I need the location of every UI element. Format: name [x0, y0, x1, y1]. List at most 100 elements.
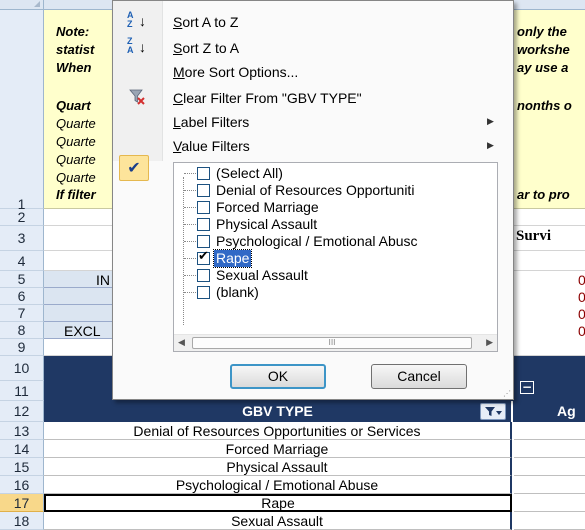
ok-button[interactable]: OK: [230, 364, 326, 389]
note-line-6: Quarte: [56, 116, 96, 131]
note-line-10: If filter: [56, 187, 96, 202]
note-line-7: Quarte: [56, 134, 96, 149]
row-header-17[interactable]: 17: [0, 494, 44, 512]
sort-z-to-a-item[interactable]: Sort Z to A: [173, 37, 239, 59]
sort-descending-icon: Z A ↓: [127, 36, 146, 56]
list-item-label: Forced Marriage: [216, 199, 319, 215]
checkbox-checked[interactable]: [197, 249, 210, 265]
table-row[interactable]: Psychological / Emotional Abuse: [44, 476, 512, 494]
list-item-label: Rape: [212, 249, 253, 268]
note-line-1: Note:: [56, 24, 90, 39]
row-header-18[interactable]: 18: [0, 512, 44, 530]
list-item-label: (blank): [216, 284, 259, 300]
table-row[interactable]: Forced Marriage: [44, 440, 512, 458]
tree-branch: [184, 207, 196, 208]
checkbox[interactable]: [197, 184, 210, 197]
tree-branch: [184, 292, 196, 293]
row-header-12[interactable]: 12: [0, 401, 44, 422]
row-header-15[interactable]: 15: [0, 458, 44, 476]
horizontal-scrollbar[interactable]: ◀ III ▶: [174, 334, 497, 351]
sort-ascending-icon: A Z ↓: [127, 10, 146, 30]
table-row-value[interactable]: [514, 458, 585, 476]
clear-filter-item[interactable]: Clear Filter From "GBV TYPE": [173, 87, 362, 109]
note-line-10-right: ar to pro: [517, 187, 570, 202]
cancel-button[interactable]: Cancel: [371, 364, 467, 389]
table-row-value[interactable]: [514, 476, 585, 494]
checkbox[interactable]: [197, 167, 210, 180]
row-8-label[interactable]: EXCL: [64, 323, 101, 339]
more-sort-options-item[interactable]: More Sort Options...: [173, 61, 298, 83]
table-row-value[interactable]: [514, 494, 585, 512]
row-header-8[interactable]: 8: [0, 322, 44, 339]
filter-funnel-icon: [485, 407, 502, 416]
row-header-9[interactable]: 9: [0, 339, 44, 356]
tree-connector: [183, 177, 184, 325]
sort-a-to-z-item[interactable]: Sort A to Z: [173, 11, 238, 33]
tree-branch: [184, 258, 196, 259]
tree-branch: [184, 224, 196, 225]
table-row[interactable]: Sexual Assault: [44, 512, 512, 530]
checkbox[interactable]: [197, 201, 210, 214]
row-header-16[interactable]: 16: [0, 476, 44, 494]
tree-branch: [184, 241, 196, 242]
row-header-2[interactable]: 2: [0, 209, 44, 226]
list-item-label: Denial of Resources Opportuniti: [216, 182, 415, 198]
row-8-value[interactable]: 0: [578, 323, 585, 339]
table-row-selected[interactable]: Rape: [44, 494, 512, 512]
row-header-6[interactable]: 6: [0, 288, 44, 305]
gbv-type-header[interactable]: GBV TYPE: [44, 401, 512, 422]
row-5-value[interactable]: 0: [578, 272, 585, 288]
note-line-5-right: nonths o: [517, 98, 572, 113]
age-header[interactable]: Ag: [513, 401, 585, 422]
checkbox[interactable]: [197, 218, 210, 231]
table-row[interactable]: Denial of Resources Opportunities or Ser…: [44, 422, 512, 440]
list-item-label: Sexual Assault: [216, 267, 308, 283]
note-line-5: Quart: [56, 98, 91, 113]
clear-filter-icon: [127, 87, 147, 107]
table-row-value[interactable]: [514, 422, 585, 440]
survivor-heading: Survi: [516, 228, 552, 244]
row-5-label[interactable]: IN: [96, 272, 110, 288]
list-item-label: Psychological / Emotional Abusc: [216, 233, 418, 249]
tree-branch: [184, 275, 196, 276]
note-line-3-right: ay use a: [517, 60, 569, 75]
value-filters-item[interactable]: Value Filters: [173, 135, 250, 157]
submenu-arrow-icon: ▶: [487, 141, 494, 151]
select-all-corner[interactable]: [0, 0, 44, 10]
scroll-right-icon[interactable]: ▶: [486, 338, 493, 348]
row-header-11[interactable]: 11: [0, 381, 44, 401]
checkbox[interactable]: [197, 235, 210, 248]
row-7-value[interactable]: 0: [578, 306, 585, 322]
table-row-value[interactable]: [514, 512, 585, 530]
row-header-14[interactable]: 14: [0, 440, 44, 458]
table-row-value[interactable]: [514, 440, 585, 458]
tree-branch: [184, 190, 196, 191]
row-header-3[interactable]: 3: [0, 226, 44, 251]
row-header-5[interactable]: 5: [0, 271, 44, 288]
row-header-4[interactable]: 4: [0, 251, 44, 271]
checkbox[interactable]: [197, 286, 210, 299]
checkmark-icon: ✔: [119, 155, 149, 181]
row-6-value[interactable]: 0: [578, 289, 585, 305]
note-line-1-right: only the: [517, 24, 567, 39]
note-line-2: statist: [56, 42, 95, 57]
row-header-10[interactable]: 10: [0, 356, 44, 381]
tree-branch: [184, 173, 196, 174]
list-item-label: Physical Assault: [216, 216, 318, 232]
row-header-7[interactable]: 7: [0, 305, 44, 322]
note-line-8: Quarte: [56, 152, 96, 167]
row-header-1[interactable]: 1: [0, 10, 44, 212]
filter-dropdown-button[interactable]: [480, 403, 506, 420]
note-line-9: Quarte: [56, 170, 96, 185]
collapse-field-button[interactable]: −: [520, 381, 534, 394]
scroll-thumb[interactable]: III: [192, 337, 472, 349]
checkbox[interactable]: [197, 269, 210, 282]
scroll-left-icon[interactable]: ◀: [178, 338, 185, 348]
table-row[interactable]: Physical Assault: [44, 458, 512, 476]
list-item-label: (Select All): [216, 165, 283, 181]
filter-values-list[interactable]: (Select All) Denial of Resources Opportu…: [173, 162, 498, 352]
resize-grip-icon[interactable]: ⋰: [503, 389, 511, 398]
label-filters-item[interactable]: Label Filters: [173, 111, 249, 133]
filter-menu: A Z ↓ Sort A to Z Z A ↓ Sort Z to A More…: [112, 0, 514, 400]
row-header-13[interactable]: 13: [0, 422, 44, 440]
